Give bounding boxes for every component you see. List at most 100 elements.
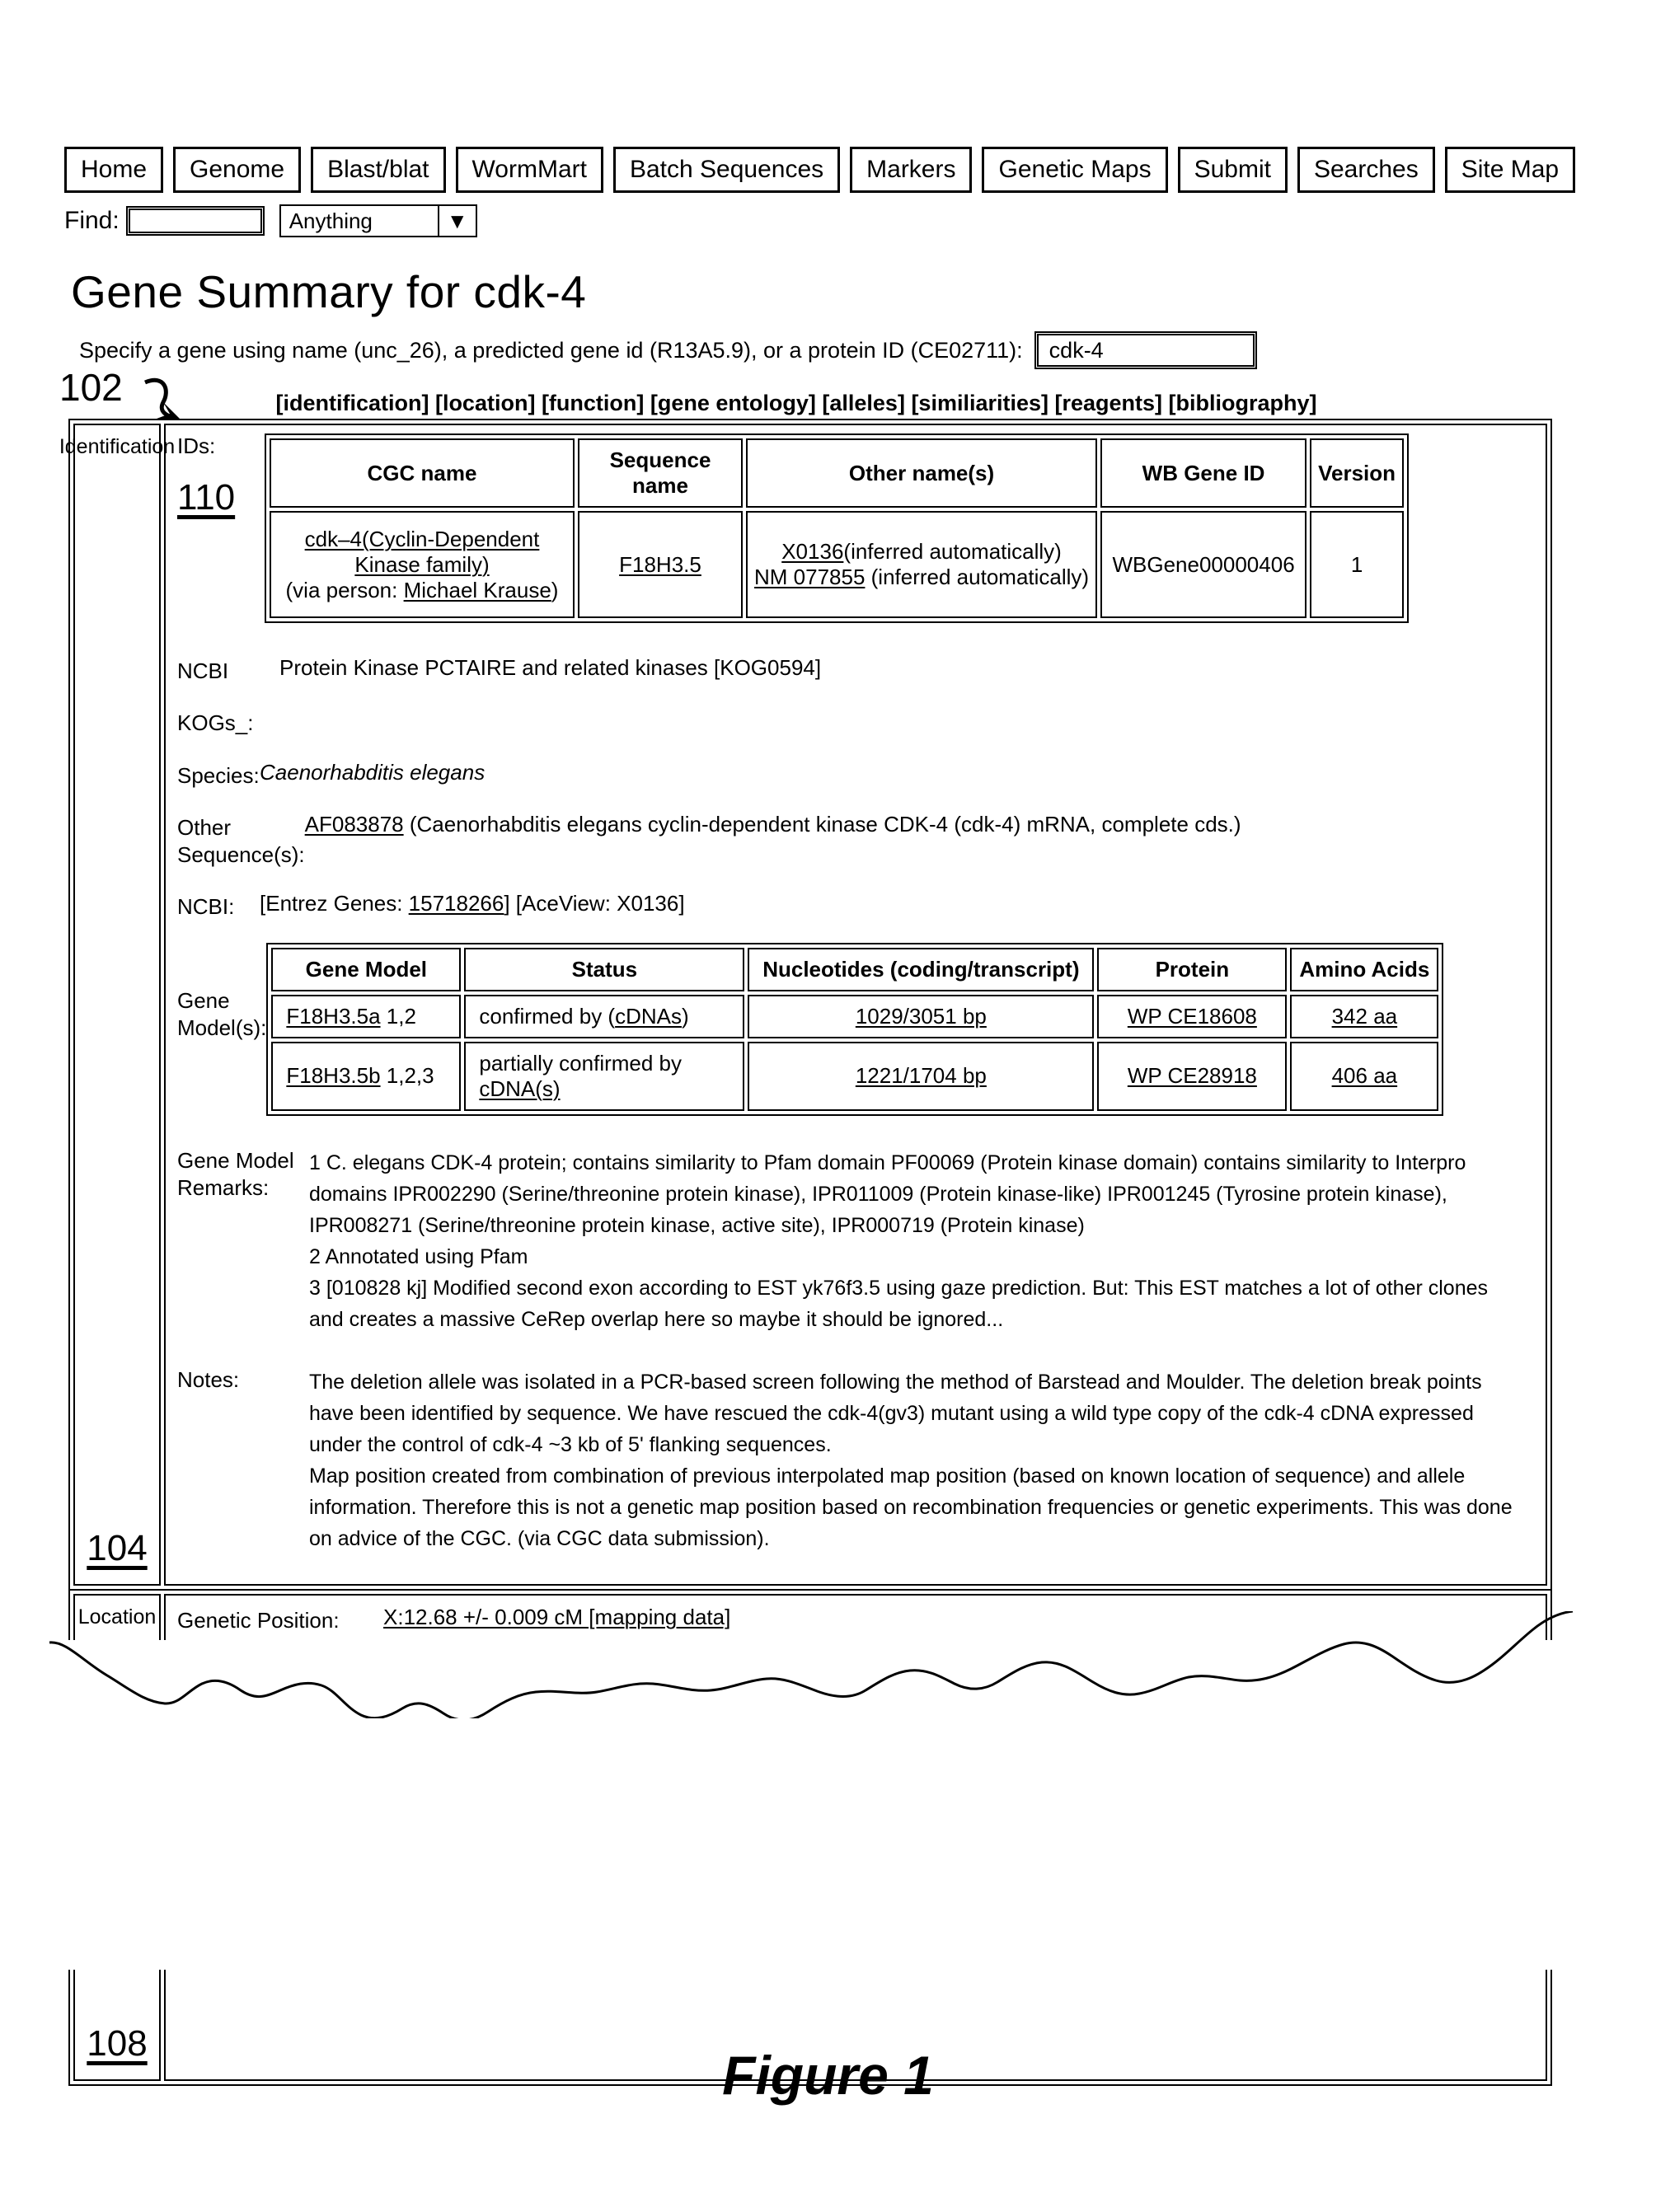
other-sequences-value: AF083878 (Caenorhabditis elegans cyclin-… (305, 811, 1534, 839)
gene-models-label-line1: Gene (177, 987, 230, 1013)
other-sequences-label-line2: Sequence(s): (177, 842, 305, 868)
remarks-label-line2: Remarks: (177, 1174, 270, 1200)
nav-item-markers[interactable]: Markers (850, 147, 973, 193)
section-anchor-links[interactable]: [identification] [location] [function] [… (0, 391, 1593, 416)
species-value: Caenorhabditis elegans (260, 759, 486, 785)
nav-item-blast-blat[interactable]: Blast/blat (311, 147, 446, 193)
ids-cell-wb-gene-id: WBGene00000406 (1100, 511, 1307, 618)
nucleotides-a-link[interactable]: 1029/3051 bp (856, 1004, 987, 1029)
gm-col-gene-model: Gene Model (271, 947, 462, 991)
other-sequences-row: Other Sequence(s): AF083878 (Caenorhabdi… (166, 811, 1546, 869)
cdnas-link-b[interactable]: cDNA(s) (479, 1076, 560, 1101)
gm-cell-status-a: confirmed by (cDNAs) (464, 994, 745, 1038)
gm-col-amino-acids: Amino Acids (1290, 947, 1439, 991)
page-title: Gene Summary for cdk-4 (71, 266, 587, 317)
ncbi-value: [Entrez Genes: 15718266] [AceView: X0136… (260, 890, 1534, 918)
remark-item-3: 3 [010828 kj] Modified second exon accor… (309, 1276, 1489, 1331)
gm-status-a-pre: confirmed by ( (479, 1003, 616, 1029)
genetic-position-link[interactable]: X:12.68 +/- 0.009 cM [mapping data] (383, 1605, 730, 1629)
ncbi-label: NCBI: (177, 894, 235, 920)
nav-item-wormmart[interactable]: WormMart (455, 147, 603, 193)
gm-cell-amino-acids-a: 342 aa (1290, 994, 1439, 1038)
notes-paragraph-1: The deletion allele was isolated in a PC… (309, 1370, 1482, 1456)
callout-number-104: 104 (87, 1527, 148, 1568)
nav-item-site-map-label: Site Map (1461, 156, 1560, 183)
nav-item-batch-sequences[interactable]: Batch Sequences (612, 147, 841, 193)
callout-number-110: 110 (177, 477, 236, 518)
ncbi-kog-label: NCBI (177, 658, 229, 683)
notes-label: Notes: (177, 1366, 240, 1392)
torn-page-mask (0, 1640, 1656, 1970)
chevron-down-icon[interactable]: ▼ (439, 206, 476, 236)
gm-cell-nucleotides-b: 1221/1704 bp (748, 1041, 1095, 1111)
table-row: F18H3.5b 1,2,3 partially confirmed by cD… (271, 1041, 1439, 1111)
gm-cell-amino-acids-b: 406 aa (1290, 1041, 1439, 1111)
ids-col-version: Version (1310, 438, 1405, 508)
section-identification-label: Identification (59, 435, 176, 458)
ids-cell-cgc-name: cdk–4(Cyclin-Dependent Kinase family) (v… (270, 511, 575, 618)
nav-item-genetic-maps[interactable]: Genetic Maps (982, 147, 1168, 193)
ids-cell-other-names: X0136(inferred automatically) NM 077855 … (746, 511, 1098, 618)
nav-item-searches[interactable]: Searches (1297, 147, 1435, 193)
gm-col-protein: Protein (1097, 947, 1288, 991)
other-name-nm077855-link[interactable]: NM 077855 (754, 565, 865, 589)
genetic-position-row: Genetic Position: X:12.68 +/- 0.009 cM [… (166, 1604, 1546, 1634)
ids-table-row: cdk–4(Cyclin-Dependent Kinase family) (v… (270, 511, 1405, 618)
protein-b-link[interactable]: WP CE28918 (1128, 1063, 1257, 1088)
section-location-label: Location (77, 1605, 157, 1629)
gene-model-f18h35a-link[interactable]: F18H3.5a (286, 1004, 380, 1029)
protein-a-link[interactable]: WP CE18608 (1128, 1004, 1257, 1029)
cdnas-link-a[interactable]: cDNAs (615, 1004, 682, 1029)
other-sequence-af083878-link[interactable]: AF083878 (305, 812, 404, 837)
cgc-person-link[interactable]: Michael Krause (404, 578, 551, 602)
remark-item-2: 2 Annotated using Pfam (309, 1244, 528, 1268)
gm-col-nucleotides: Nucleotides (coding/transcript) (748, 947, 1095, 991)
gm-cell-model-b: F18H3.5b 1,2,3 (271, 1041, 462, 1111)
gene-model-header-row: Gene Model Status Nucleotides (coding/tr… (271, 947, 1439, 991)
section-identification-body: IDs: 110 CGC name Sequence name Other na… (164, 424, 1547, 1586)
find-scope-select[interactable]: Anything ▼ (279, 204, 477, 237)
ids-left-col: IDs: 110 (177, 433, 260, 518)
other-sequences-label: Other Sequence(s): (177, 811, 305, 869)
find-scope-select-value: Anything (281, 206, 439, 236)
ncbi-value-pre: [Entrez Genes: (260, 891, 409, 916)
nav-item-genetic-maps-label: Genetic Maps (998, 156, 1152, 183)
nav-item-site-map[interactable]: Site Map (1444, 147, 1576, 193)
entrez-gene-link[interactable]: 15718266 (409, 891, 504, 916)
nucleotides-b-link[interactable]: 1221/1704 bp (856, 1063, 987, 1088)
gene-models-label-line2: Model(s): (177, 1015, 267, 1041)
cgc-via-person-prefix: (via person: (285, 577, 404, 602)
other-name-x0136-link[interactable]: X0136 (781, 539, 843, 564)
gm-cell-nucleotides-a: 1029/3051 bp (748, 994, 1095, 1038)
nav-item-genome[interactable]: Genome (173, 147, 302, 193)
section-identification: Identification 104 IDs: 110 CGC name Seq… (59, 420, 1550, 1591)
amino-acids-b-link[interactable]: 406 aa (1332, 1063, 1398, 1088)
gm-model-a-rest: 1,2 (380, 1003, 416, 1029)
species-label: Species: (177, 762, 260, 788)
ids-table-header-row: CGC name Sequence name Other name(s) WB … (270, 438, 1405, 508)
ids-row: IDs: 110 CGC name Sequence name Other na… (166, 433, 1546, 623)
other-sequences-label-line1: Other (177, 814, 232, 840)
cgc-name-link[interactable]: cdk–4(Cyclin-Dependent Kinase family) (305, 527, 540, 577)
ncbi-value-post: ] [AceView: X0136] (504, 891, 685, 916)
sequence-name-link[interactable]: F18H3.5 (619, 552, 701, 577)
find-input[interactable] (125, 206, 265, 236)
ncbi-kog-value: Protein Kinase PCTAIRE and related kinas… (279, 655, 822, 680)
main-navigation-bar: Home Genome Blast/blat WormMart Batch Se… (64, 147, 1576, 193)
nav-item-batch-sequences-label: Batch Sequences (629, 156, 824, 183)
notes-row: Notes: The deletion allele was isolated … (166, 1366, 1546, 1554)
ncbi-row: NCBI: [Entrez Genes: 15718266] [AceView:… (166, 890, 1546, 921)
nav-item-searches-label: Searches (1313, 156, 1419, 183)
amino-acids-a-link[interactable]: 342 aa (1332, 1004, 1398, 1029)
other-name-2-rest: (inferred automatically) (865, 565, 1090, 589)
gm-cell-protein-a: WP CE18608 (1097, 994, 1288, 1038)
nav-item-home[interactable]: Home (64, 147, 164, 193)
ids-cell-sequence-name: F18H3.5 (578, 511, 743, 618)
gene-id-input[interactable] (1034, 331, 1257, 369)
callout-number-102: 102 (59, 366, 123, 409)
gene-model-f18h35b-link[interactable]: F18H3.5b (286, 1063, 380, 1088)
nav-item-submit[interactable]: Submit (1177, 147, 1288, 193)
gm-cell-status-b: partially confirmed by cDNA(s) (464, 1041, 745, 1111)
gene-models-row: Gene Model(s): Gene Model Status Nucleot… (166, 942, 1546, 1116)
gm-cell-protein-b: WP CE28918 (1097, 1041, 1288, 1111)
